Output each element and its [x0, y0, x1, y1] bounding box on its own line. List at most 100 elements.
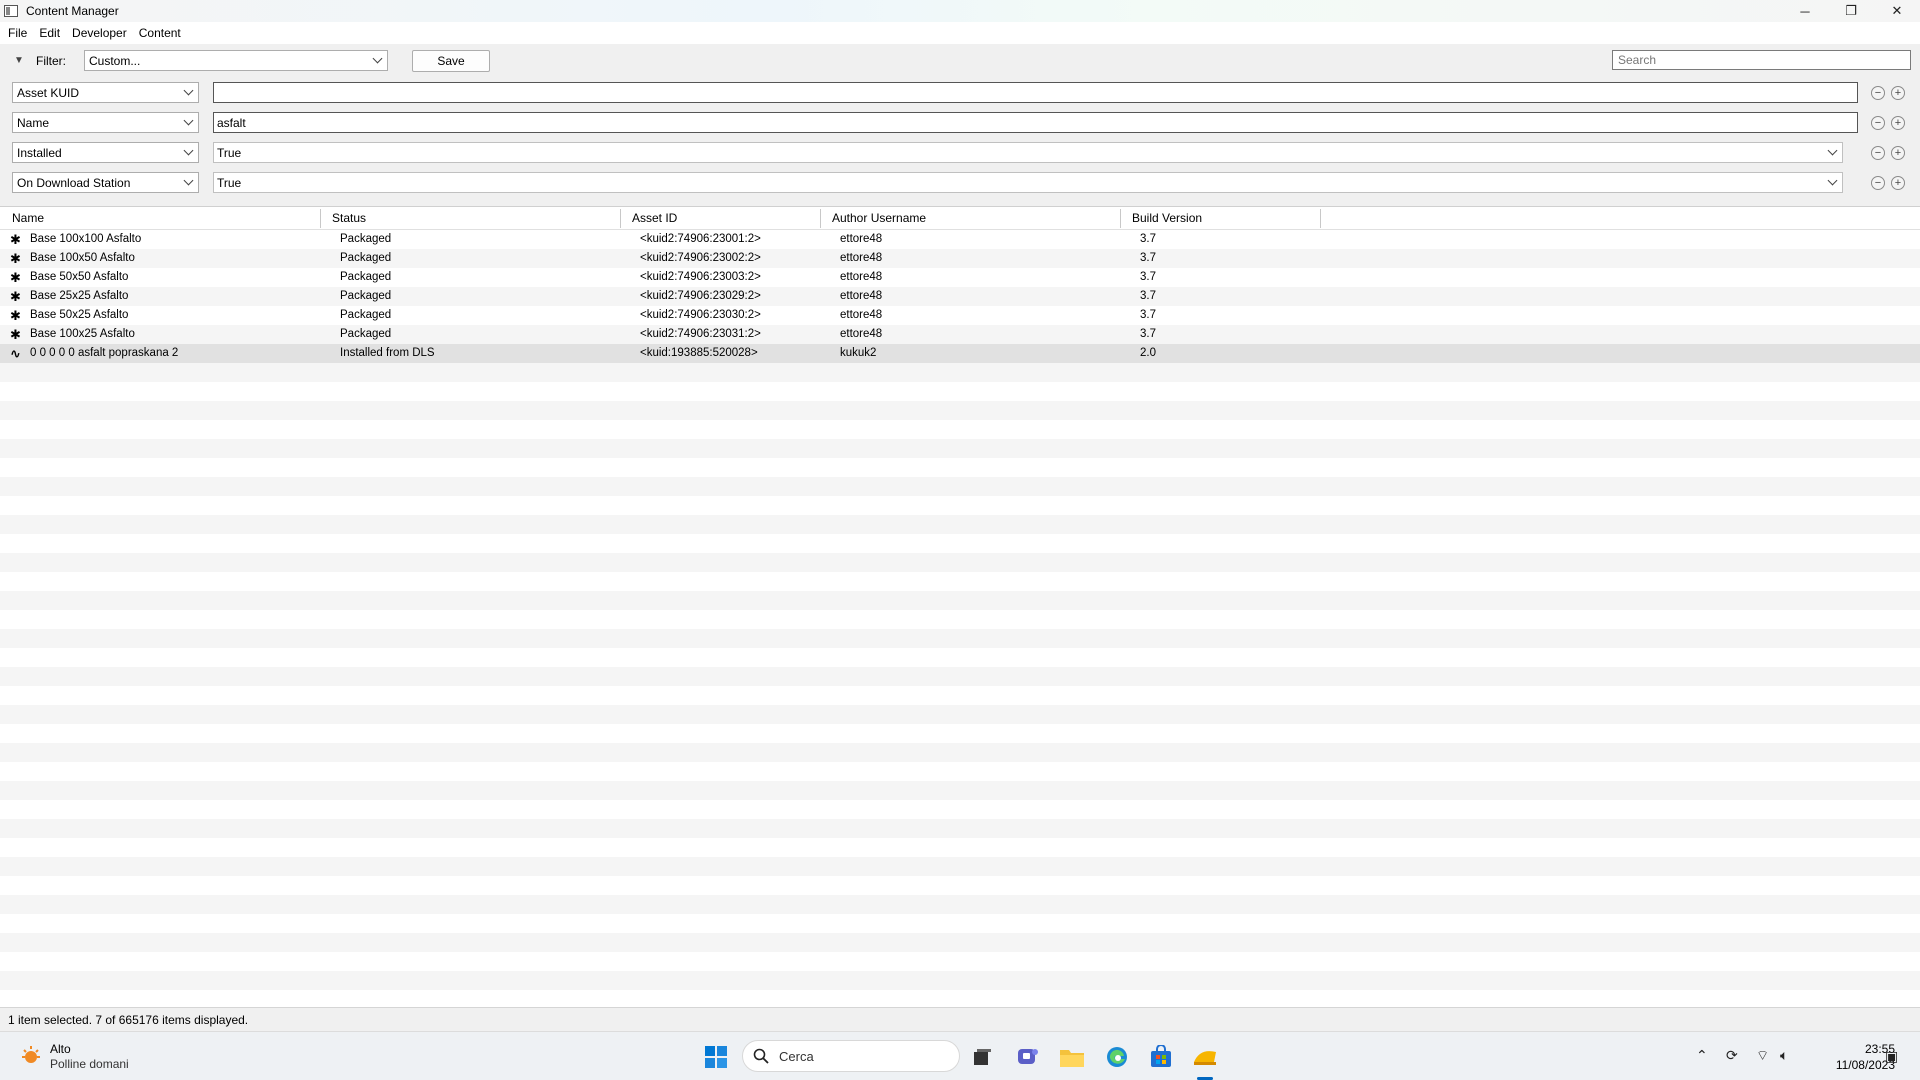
column-header-asset-id[interactable]: Asset ID — [620, 207, 820, 229]
chevron-down-icon — [183, 145, 194, 156]
volume-icon[interactable]: 🔈︎ — [1780, 1047, 1788, 1064]
cell-name: Base 50x50 Asfalto — [30, 271, 129, 283]
remove-filter-button[interactable]: − — [1871, 86, 1885, 100]
filter-label: Filter: — [36, 54, 66, 68]
filter-field-select[interactable]: On Download Station — [12, 172, 199, 193]
puzzle-icon: ✱ — [10, 289, 21, 304]
filter-value-text: True — [217, 145, 242, 160]
filter-field-value: Asset KUID — [17, 85, 80, 100]
cell-build-version: 3.7 — [1140, 233, 1156, 245]
filter-field-select[interactable]: Name — [12, 112, 199, 133]
cell-build-version: 3.7 — [1140, 290, 1156, 302]
search-input[interactable] — [1612, 50, 1911, 70]
cell-status: Packaged — [340, 309, 392, 321]
column-header-status[interactable]: Status — [320, 207, 620, 229]
puzzle-icon: ✱ — [10, 308, 21, 323]
app-icon — [4, 5, 18, 17]
status-bar: 1 item selected. 7 of 665176 items displ… — [0, 1007, 1920, 1031]
filter-field-select[interactable]: Asset KUID — [12, 82, 199, 103]
cell-author: ettore48 — [840, 328, 883, 340]
table-row[interactable]: ✱ Base 100x50 Asfalto Packaged <kuid2:74906… — [0, 249, 1920, 268]
chevron-down-icon — [183, 175, 194, 186]
cell-status: Packaged — [340, 271, 392, 283]
cell-asset-id: <kuid2:74906:23029:2> — [640, 290, 761, 302]
menu-content[interactable]: Content — [133, 22, 187, 44]
cell-status: Packaged — [340, 252, 392, 264]
filter-field-select[interactable]: Installed — [12, 142, 199, 163]
chevron-up-icon[interactable]: ⌃ — [1696, 1047, 1708, 1064]
edge-browser-icon[interactable] — [1103, 1043, 1131, 1071]
minimize-button[interactable]: ─ — [1782, 0, 1828, 22]
table-header: Name Status Asset ID Author Username Bui… — [0, 206, 1920, 230]
puzzle-icon: ✱ — [10, 232, 21, 247]
track-icon: ∿ — [10, 346, 21, 361]
microsoft-store-icon[interactable] — [1147, 1043, 1175, 1071]
column-header-name[interactable]: Name — [0, 207, 320, 229]
filter-value-select[interactable]: True — [213, 172, 1843, 193]
taskbar-search-label: Cerca — [779, 1048, 814, 1064]
column-resize-handle[interactable] — [1320, 209, 1321, 228]
cell-asset-id: <kuid2:74906:23031:2> — [640, 328, 761, 340]
cell-name: Base 50x25 Asfalto — [30, 309, 129, 321]
filter-collapse-icon[interactable]: ▼ — [14, 55, 24, 66]
add-filter-button[interactable]: + — [1891, 176, 1905, 190]
cell-name: Base 100x50 Asfalto — [30, 252, 135, 264]
taskbar: Alto Polline domani Cerca ⌃ ⟳ ⌔ 🔈︎ 23:55… — [0, 1031, 1920, 1080]
trainz-app-icon[interactable] — [1191, 1043, 1219, 1071]
cell-author: ettore48 — [840, 309, 883, 321]
filter-value-input[interactable] — [213, 82, 1858, 103]
cell-build-version: 3.7 — [1140, 328, 1156, 340]
chevron-down-icon — [183, 115, 194, 126]
start-button[interactable] — [702, 1043, 730, 1071]
filter-value-select[interactable]: True — [213, 142, 1843, 163]
menu-developer[interactable]: Developer — [66, 22, 133, 44]
add-filter-button[interactable]: + — [1891, 146, 1905, 160]
task-view-icon[interactable] — [968, 1043, 996, 1071]
cell-asset-id: <kuid2:74906:23001:2> — [640, 233, 761, 245]
add-filter-button[interactable]: + — [1891, 116, 1905, 130]
asset-list: ✱ Base 100x100 Asfalto Packaged <kuid2:7490… — [0, 230, 1920, 1007]
filter-preset-select[interactable]: Custom... — [84, 50, 388, 71]
chevron-down-icon — [183, 85, 194, 96]
notification-icon[interactable]: ▣ — [1885, 1048, 1898, 1065]
remove-filter-button[interactable]: − — [1871, 116, 1885, 130]
menu-edit[interactable]: Edit — [33, 22, 66, 44]
sync-icon[interactable]: ⟳ — [1726, 1047, 1738, 1064]
table-row[interactable]: ✱ Base 25x25 Asfalto Packaged <kuid2:74906:… — [0, 287, 1920, 306]
cell-author: ettore48 — [840, 290, 883, 302]
table-row[interactable]: ✱ Base 100x100 Asfalto Packaged <kuid2:7490… — [0, 230, 1920, 249]
window-title: Content Manager — [26, 4, 119, 18]
table-row[interactable]: ✱ Base 100x25 Asfalto Packaged <kuid2:74906… — [0, 325, 1920, 344]
wifi-icon[interactable]: ⌔ — [1756, 1047, 1769, 1065]
cell-name: Base 25x25 Asfalto — [30, 290, 129, 302]
cell-status: Installed from DLS — [340, 347, 435, 359]
taskbar-search[interactable]: Cerca — [742, 1040, 960, 1072]
cell-author: ettore48 — [840, 271, 883, 283]
menu-file[interactable]: File — [0, 22, 33, 44]
cell-author: kukuk2 — [840, 347, 877, 359]
add-filter-button[interactable]: + — [1891, 86, 1905, 100]
remove-filter-button[interactable]: − — [1871, 146, 1885, 160]
close-button[interactable]: ✕ — [1874, 0, 1920, 22]
remove-filter-button[interactable]: − — [1871, 176, 1885, 190]
clock-date[interactable]: 11/08/2023 — [1810, 1058, 1895, 1072]
weather-sun-icon[interactable] — [20, 1045, 42, 1067]
table-row[interactable]: ∿ 0 0 0 0 0 asfalt popraskana 2 Installed … — [0, 344, 1920, 363]
table-row[interactable]: ✱ Base 50x50 Asfalto Packaged <kuid2:74906:… — [0, 268, 1920, 287]
filter-value-input[interactable]: asfalt — [213, 112, 1858, 133]
column-header-build-version[interactable]: Build Version — [1120, 207, 1320, 229]
chevron-down-icon — [1827, 145, 1838, 156]
cell-asset-id: <kuid:193885:520028> — [640, 347, 758, 359]
title-bar[interactable]: Content Manager ─ ❐ ✕ — [0, 0, 1920, 22]
teams-chat-icon[interactable] — [1014, 1043, 1042, 1071]
restore-button[interactable]: ❐ — [1828, 0, 1874, 22]
cell-asset-id: <kuid2:74906:23002:2> — [640, 252, 761, 264]
table-row[interactable]: ✱ Base 50x25 Asfalto Packaged <kuid2:74906:… — [0, 306, 1920, 325]
weather-title[interactable]: Alto — [50, 1042, 71, 1056]
column-header-author[interactable]: Author Username — [820, 207, 1120, 229]
windows-logo-icon — [705, 1046, 727, 1068]
chevron-down-icon — [1827, 175, 1838, 186]
save-button[interactable]: Save — [412, 50, 490, 72]
weather-subtitle[interactable]: Polline domani — [50, 1057, 129, 1071]
file-explorer-icon[interactable] — [1058, 1043, 1086, 1071]
